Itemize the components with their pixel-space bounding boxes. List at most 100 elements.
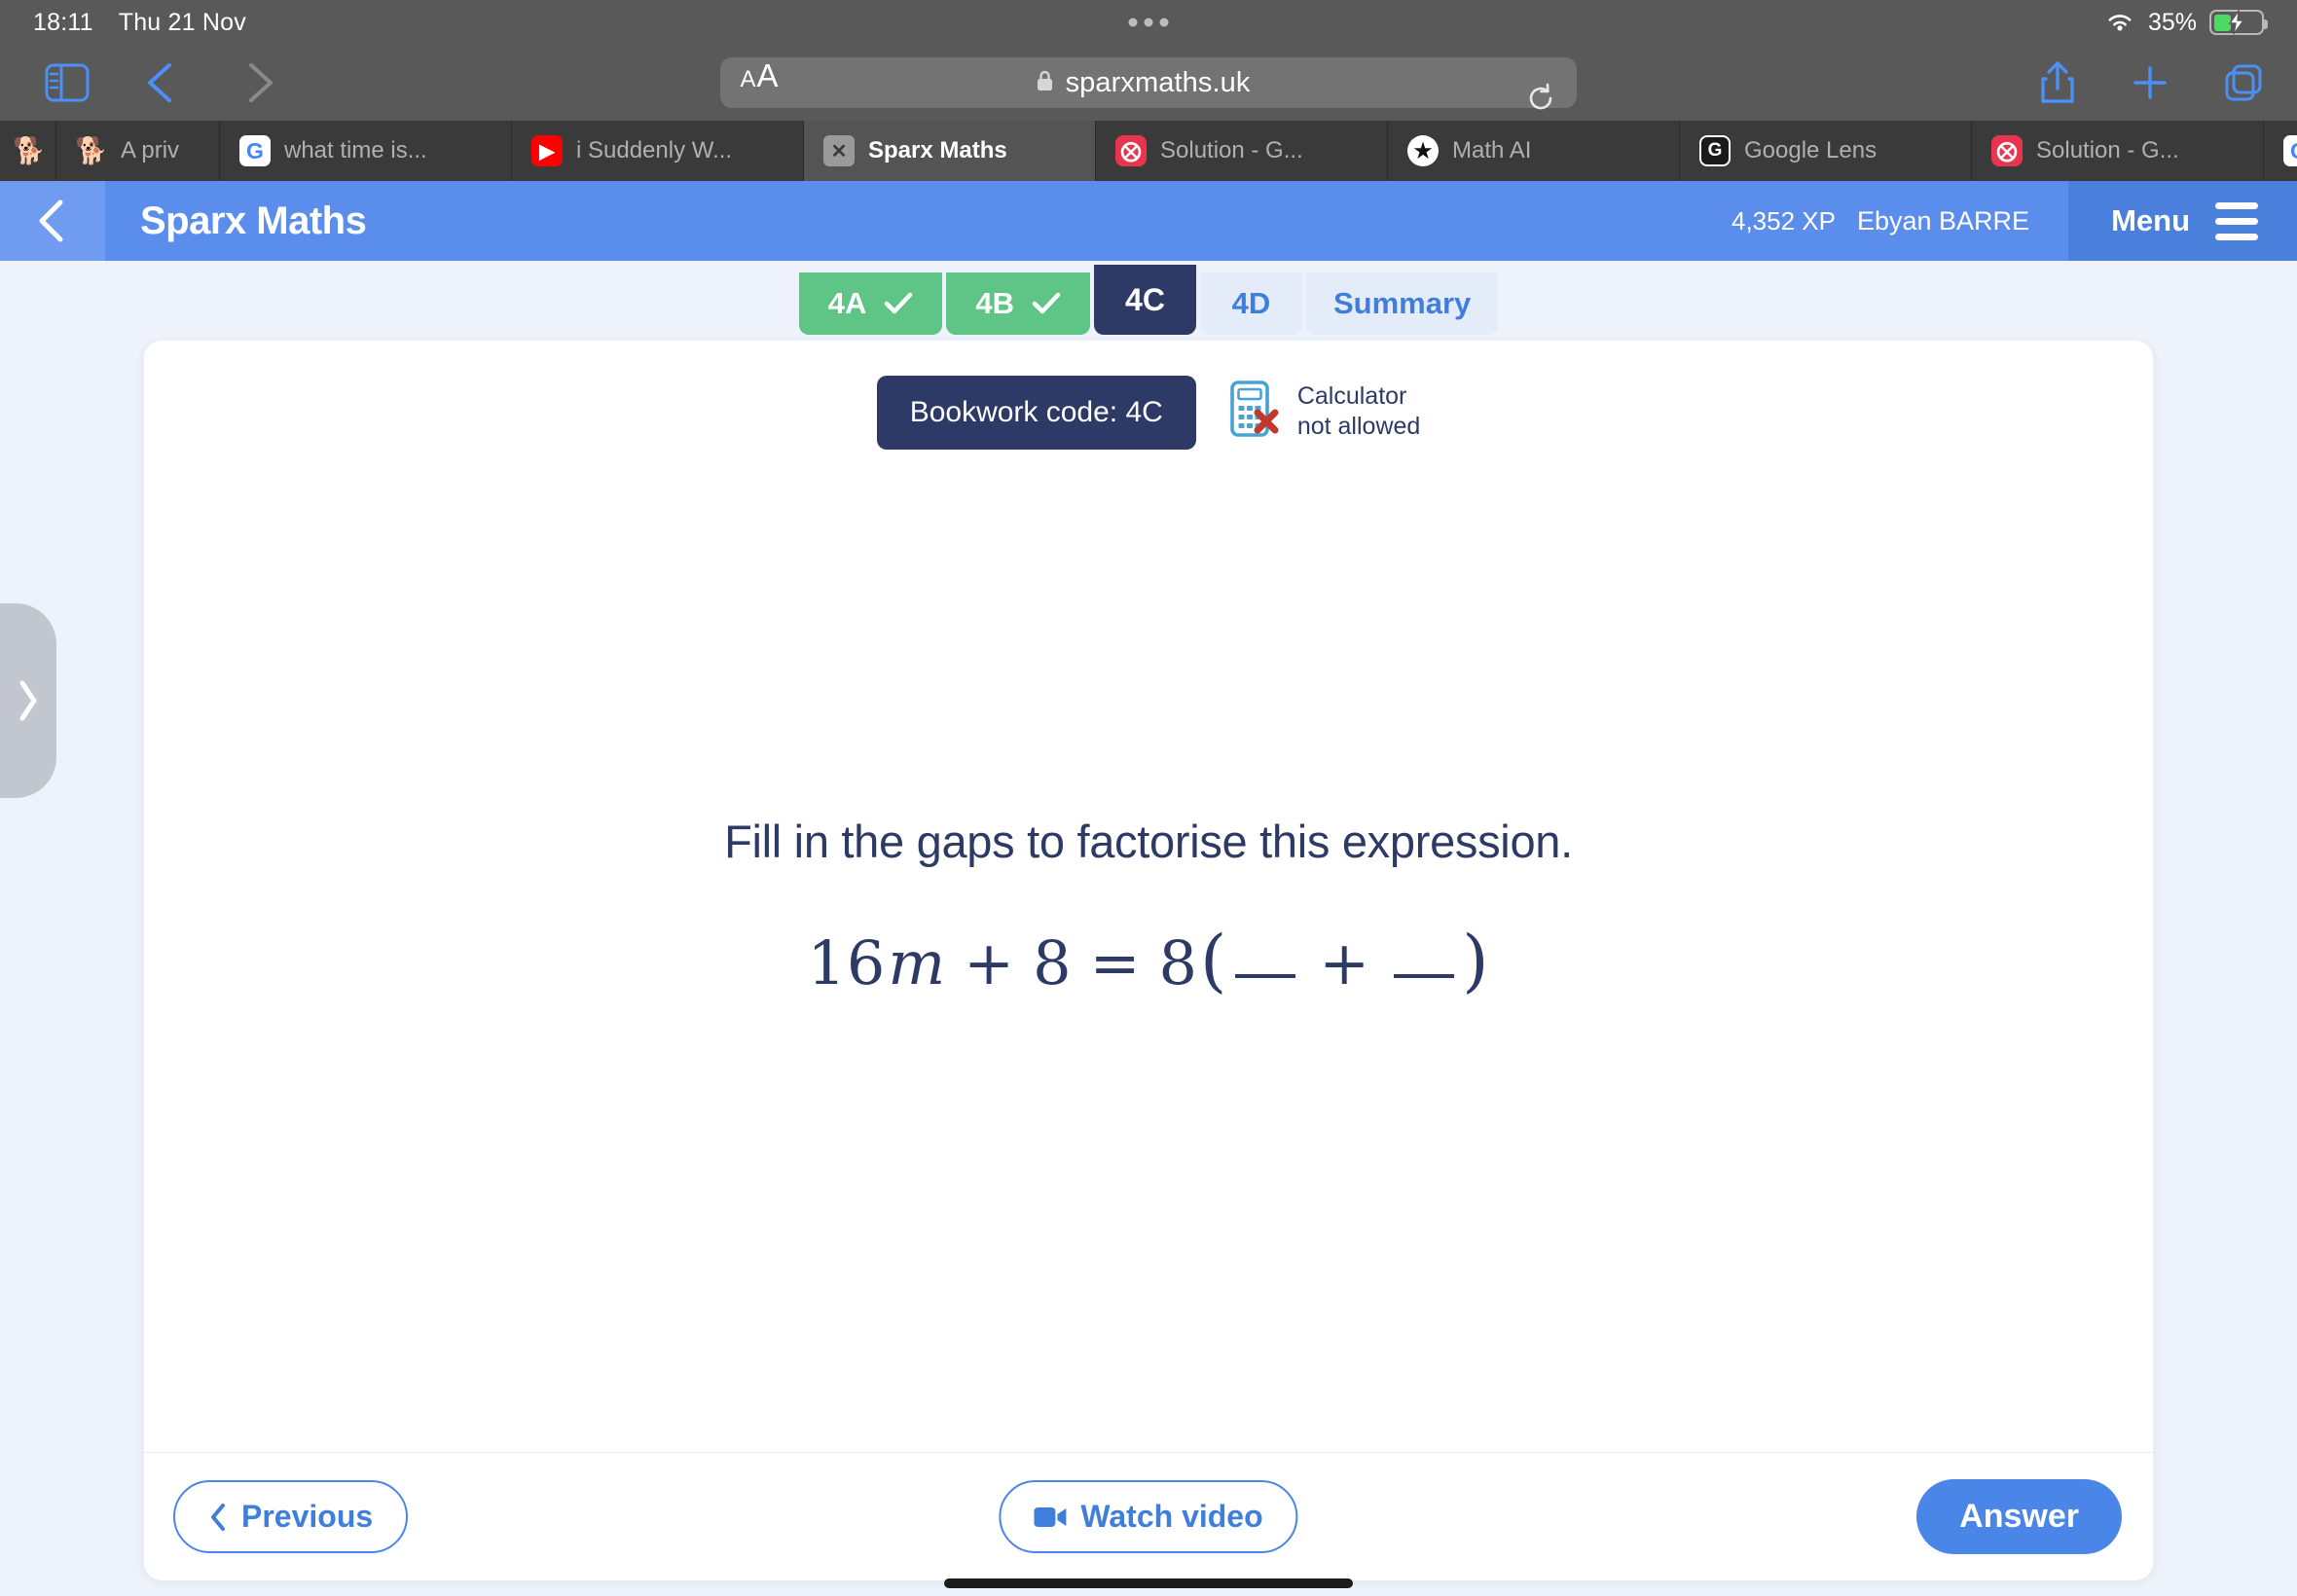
question-content: Fill in the gaps to factorise this expre…: [144, 450, 2153, 1452]
browser-back-button[interactable]: [90, 57, 187, 108]
lock-icon: [1036, 69, 1054, 97]
page-body: 4A 4B 4C 4D Summary Bookwork code: 4C Ca…: [0, 261, 2297, 1596]
google-lens-icon: G: [1699, 135, 1731, 166]
browser-tab-strip: 🐕 🐕 A priv Gwhat time is... ▶ i Suddenly W...…: [0, 121, 2297, 181]
task-tab-4c[interactable]: 4C: [1093, 265, 1196, 335]
sparx-icon: ⨂: [1115, 135, 1147, 166]
browser-tab-label: i Suddenly W...: [576, 137, 733, 163]
url-text: sparxmaths.uk: [1065, 66, 1251, 98]
task-tab-summary[interactable]: Summary: [1305, 272, 1499, 335]
previous-button[interactable]: Previous: [173, 1480, 409, 1553]
home-indicator: [944, 1578, 1353, 1588]
task-tab-row: 4A 4B 4C 4D Summary: [0, 261, 2297, 335]
user-name: Ebyan BARRE: [1856, 205, 2030, 236]
app-header-right: 4,352 XP Ebyan BARRE Menu: [1732, 181, 2297, 261]
answer-button[interactable]: Answer: [1916, 1479, 2122, 1554]
browser-tab-label: Math AI: [1452, 137, 1532, 163]
browser-tab[interactable]: ⨂ Solution - G...: [1972, 121, 2264, 181]
xp-counter: 4,352 XP: [1731, 205, 1836, 236]
previous-label: Previous: [241, 1499, 374, 1534]
calculator-notice: Calculator not allowed: [1229, 376, 1420, 443]
address-bar[interactable]: A A sparxmaths.uk: [720, 57, 1577, 110]
chevron-right-icon: [19, 680, 37, 721]
google-icon: G: [239, 135, 271, 166]
calculator-line1: Calculator: [1296, 382, 1407, 410]
text-size-button[interactable]: A A: [720, 57, 798, 108]
browser-tab[interactable]: ★ Math AI: [1388, 121, 1680, 181]
plus-sign-1: +: [964, 926, 1016, 998]
browser-tab-label: A priv: [121, 137, 180, 163]
hamburger-icon: [2215, 201, 2258, 240]
browser-forward-button[interactable]: [187, 57, 284, 108]
x-icon: ✕: [823, 135, 855, 166]
browser-tab-label: what time is...: [284, 137, 427, 163]
browser-toolbar: A A sparxmaths.uk: [0, 45, 2297, 121]
browser-tab[interactable]: 🐕: [0, 121, 56, 181]
browser-tab[interactable]: G Google Lens: [1680, 121, 1972, 181]
browser-tab[interactable]: ▶ i Suddenly W...: [512, 121, 804, 181]
browser-tab[interactable]: ⨂ Solution - G...: [1096, 121, 1388, 181]
browser-tab-label: Solution - G...: [1160, 137, 1303, 163]
dog-icon: 🐕: [76, 136, 107, 165]
video-camera-icon: [1034, 1506, 1067, 1527]
close-paren: ): [1462, 920, 1490, 1000]
lhs-constant: 8: [1033, 926, 1073, 998]
sidebar-icon[interactable]: [33, 63, 90, 102]
watch-video-button[interactable]: Watch video: [999, 1480, 1298, 1553]
sparx-icon: ⨂: [1991, 135, 2023, 166]
menu-button[interactable]: Menu: [2068, 181, 2297, 261]
check-icon: [1032, 292, 1061, 314]
task-tab-label: 4C: [1125, 281, 1165, 317]
battery-percent-label: 35%: [2147, 8, 2197, 36]
status-time: 18:11: [33, 8, 93, 36]
status-center-dots: [1128, 18, 1169, 27]
chevron-left-icon: [211, 1503, 225, 1531]
browser-tab-label: Solution - G...: [2036, 137, 2179, 163]
ios-status-bar: 18:11 Thu 21 Nov 35%: [0, 0, 2297, 45]
task-tab-label: Summary: [1332, 286, 1472, 320]
answer-blank-2[interactable]: [1394, 973, 1455, 978]
browser-tab[interactable]: Gwhat time is...: [220, 121, 512, 181]
app-back-button[interactable]: [0, 181, 105, 261]
tabs-overview-icon[interactable]: [2223, 62, 2264, 103]
task-tab-4b[interactable]: 4B: [946, 272, 1090, 335]
plus-icon[interactable]: [2130, 62, 2170, 103]
equals-sign: =: [1089, 926, 1142, 998]
status-bar-left: 18:11 Thu 21 Nov: [33, 9, 246, 37]
toolbar-right-actions: [2038, 60, 2264, 105]
plus-sign-2: +: [1319, 926, 1371, 998]
battery-charging-icon: [2209, 10, 2268, 35]
browser-tab[interactable]: ✕ Sparx Maths: [804, 121, 1096, 181]
drawer-handle[interactable]: [0, 603, 56, 798]
wifi-icon: [2104, 11, 2135, 34]
lhs-variable: m: [888, 926, 947, 998]
lhs-coefficient: 16: [807, 926, 887, 998]
mathai-icon: ★: [1407, 135, 1439, 166]
browser-tab[interactable]: G28:24 simpl...: [2264, 121, 2297, 181]
app-header: Sparx Maths 4,352 XP Ebyan BARRE Menu: [0, 181, 2297, 261]
open-paren: (: [1199, 920, 1228, 1000]
check-icon: [885, 292, 913, 314]
task-tab-4a[interactable]: 4A: [798, 272, 943, 335]
question-card-footer: Previous Watch video Answer: [144, 1452, 2153, 1580]
calculator-line2: not allowed: [1296, 412, 1421, 440]
calculator-notice-text: Calculator not allowed: [1297, 381, 1420, 441]
common-factor: 8: [1158, 926, 1198, 998]
answer-blank-1[interactable]: [1235, 973, 1296, 978]
text-size-large-a: A: [756, 57, 779, 93]
youtube-icon: ▶: [531, 135, 563, 166]
task-tab-4d[interactable]: 4D: [1199, 272, 1302, 335]
question-card: Bookwork code: 4C Calculator not allowed…: [144, 341, 2153, 1580]
browser-tab[interactable]: 🐕 A priv: [56, 121, 220, 181]
question-card-header: Bookwork code: 4C Calculator not allowed: [144, 341, 2153, 450]
watch-video-label: Watch video: [1080, 1499, 1263, 1534]
app-title: Sparx Maths: [140, 199, 367, 242]
status-bar-right: 35%: [2104, 8, 2268, 37]
status-date: Thu 21 Nov: [118, 8, 246, 36]
question-prompt: Fill in the gaps to factorise this expre…: [724, 815, 1573, 867]
browser-tab-label: Google Lens: [1744, 137, 1878, 163]
task-tab-label: 4A: [827, 286, 867, 320]
share-icon[interactable]: [2038, 60, 2077, 105]
calculator-not-allowed-icon: [1229, 380, 1282, 443]
task-tab-label: 4B: [975, 286, 1014, 320]
